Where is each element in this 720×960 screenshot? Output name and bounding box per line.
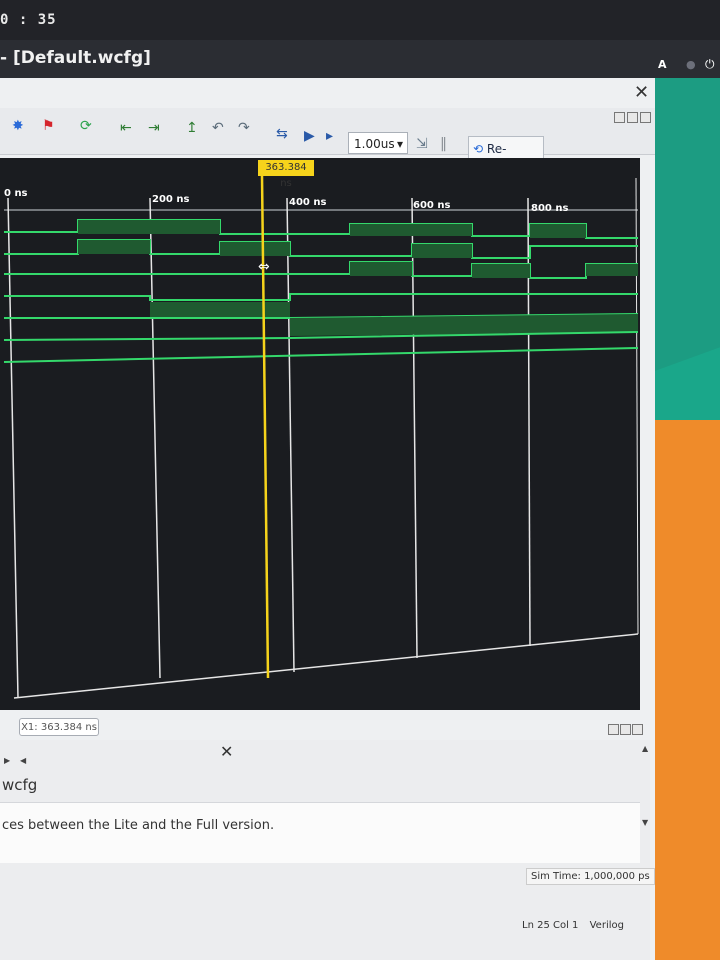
scroll-left-icon[interactable]: ▶ <box>4 756 10 765</box>
panel-minimize-icon[interactable] <box>608 724 619 735</box>
zoom-select[interactable]: 1.00us ▾ <box>348 132 408 154</box>
console-message: ces between the Lite and the Full versio… <box>2 818 275 833</box>
settings-icon[interactable]: ✸ <box>12 118 24 134</box>
tick-label-400: 400 ns <box>289 197 327 208</box>
status-bar: Ln 25 Col 1 Verilog <box>522 920 624 931</box>
waveform-canvas[interactable]: ⇔ <box>0 158 640 710</box>
marker-icon[interactable]: ↥ <box>186 120 198 136</box>
tick-label-0: 0 ns <box>4 188 28 199</box>
relaunch-button[interactable]: ⟲ Re-launch <box>468 136 544 180</box>
tick-label-600: 600 ns <box>413 200 451 211</box>
run-for-icon[interactable]: ▸ <box>326 128 333 144</box>
bus-segment-2 <box>350 224 472 236</box>
cursor-time-label[interactable]: 363.384 ns <box>258 160 314 189</box>
power-icon[interactable]: ⏻ <box>705 57 715 72</box>
redo-icon[interactable]: ↷ <box>238 120 250 136</box>
cursor-marker-badge[interactable]: X1: 363.384 ns <box>19 718 99 736</box>
tab-close-icon[interactable]: ✕ <box>220 742 233 761</box>
tick-label-200: 200 ns <box>152 194 190 205</box>
zoom-value: 1.00us <box>354 137 395 151</box>
bus-segment-9 <box>586 264 638 276</box>
cursor-position: Ln 25 Col 1 <box>522 920 579 931</box>
bus-segment-7 <box>350 262 412 276</box>
bus-segment-5 <box>220 242 290 256</box>
bus-segment-8 <box>472 264 530 278</box>
config-file-name: wcfg <box>2 776 38 794</box>
waveform-view[interactable]: ⇔ <box>0 158 640 710</box>
scroll-up-icon[interactable]: ▲ <box>642 744 648 753</box>
window-title: - [Default.wcfg] <box>0 48 151 68</box>
panel-restore-icon[interactable] <box>620 724 631 735</box>
scroll-down-icon[interactable]: ▼ <box>642 818 648 827</box>
step-back-icon[interactable]: ⇤ <box>120 120 132 136</box>
restore-icon[interactable] <box>627 112 638 123</box>
undo-icon[interactable]: ↶ <box>212 120 224 136</box>
scroll-back-icon[interactable]: ◀ <box>20 756 26 765</box>
close-view-icon[interactable] <box>640 112 651 123</box>
close-icon[interactable]: ✕ <box>634 82 649 103</box>
top-panel: 0 : 35 <box>0 0 720 40</box>
bus-segment-4 <box>78 240 150 254</box>
bus-segment-10 <box>150 302 290 318</box>
language-mode: Verilog <box>589 920 624 931</box>
minimize-icon[interactable] <box>614 112 625 123</box>
sim-time-status: Sim Time: 1,000,000 ps <box>526 868 655 885</box>
chevron-down-icon: ▾ <box>396 137 403 151</box>
swap-icon[interactable]: ⇆ <box>276 126 288 142</box>
pause-icon[interactable]: ‖ <box>440 136 447 152</box>
bus-segment-6 <box>412 244 472 258</box>
refresh-icon[interactable]: ⟳ <box>80 118 92 134</box>
pin-icon[interactable]: ⚑ <box>42 118 55 134</box>
clock[interactable]: 0 : 35 <box>0 12 57 28</box>
tick-label-800: 800 ns <box>531 203 569 214</box>
step-icon[interactable]: ⇲ <box>416 136 428 152</box>
run-icon[interactable]: ▶ <box>304 128 315 144</box>
keyboard-layout-indicator[interactable]: A <box>658 58 667 71</box>
panel-close-icon[interactable] <box>632 724 643 735</box>
relaunch-icon: ⟲ <box>473 142 484 156</box>
cursor-drag-icon: ⇔ <box>258 259 270 275</box>
bus-segment-1 <box>78 220 220 234</box>
step-over-icon[interactable]: ⇥ <box>148 120 160 136</box>
bus-segment-3 <box>530 224 586 238</box>
camera-icon[interactable]: ● <box>686 58 696 71</box>
